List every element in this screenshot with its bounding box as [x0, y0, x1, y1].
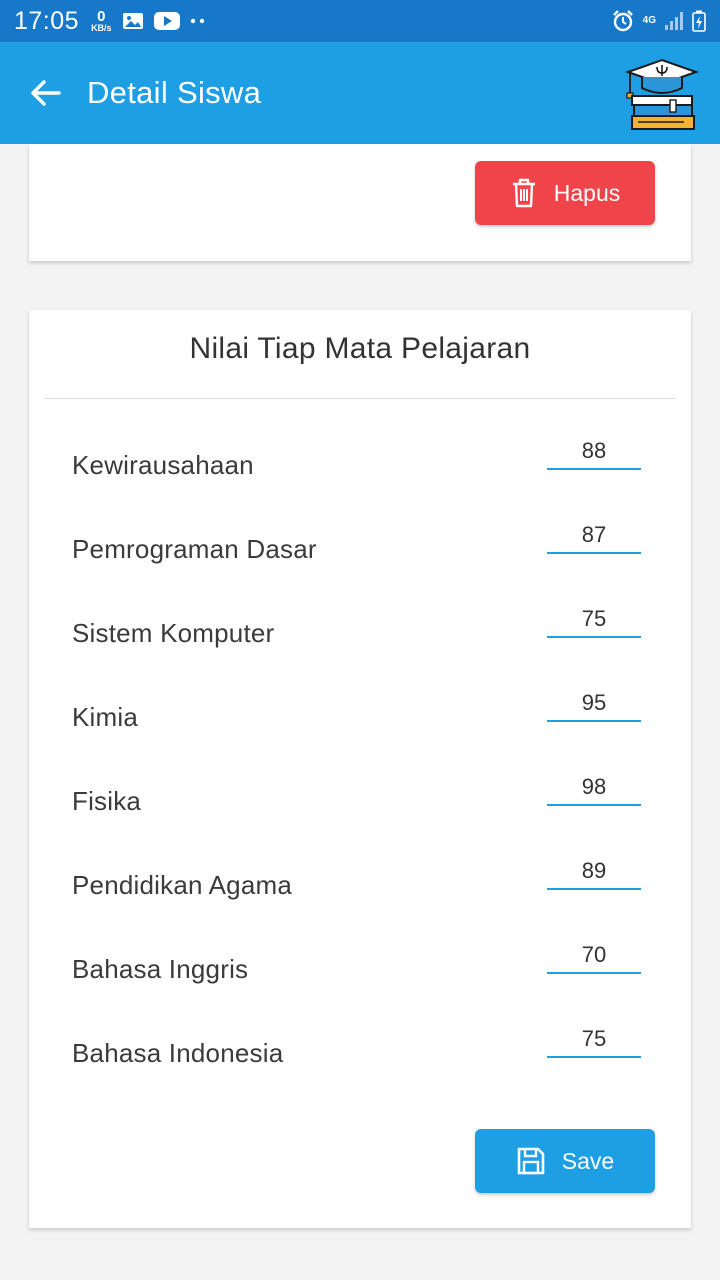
- subject-label: Pemrograman Dasar: [72, 534, 317, 564]
- grade-input[interactable]: [547, 680, 641, 722]
- back-button[interactable]: [0, 42, 90, 144]
- divider: [44, 398, 676, 399]
- grade-input[interactable]: [547, 848, 641, 890]
- network-speed: 0 KB/s: [91, 9, 112, 33]
- grade-row: Bahasa Inggris: [29, 932, 691, 1016]
- grade-input[interactable]: [547, 428, 641, 470]
- save-button-label: Save: [561, 1147, 615, 1174]
- grade-input[interactable]: [547, 932, 641, 974]
- subject-label: Bahasa Indonesia: [72, 1038, 284, 1068]
- battery-charging-icon: [692, 10, 706, 32]
- page-title: Detail Siswa: [87, 75, 262, 110]
- grade-row: Pemrograman Dasar: [29, 512, 691, 596]
- status-time: 17:05: [14, 6, 80, 35]
- save-icon: [517, 1147, 545, 1175]
- network-speed-value: 0: [97, 8, 106, 25]
- grade-row: Bahasa Indonesia: [29, 1016, 691, 1100]
- grade-row: Kewirausahaan: [29, 428, 691, 512]
- trash-icon: [512, 178, 535, 208]
- app-bar: Detail Siswa: [0, 42, 720, 144]
- status-bar: 17:05 0 KB/s 4G: [0, 0, 720, 42]
- grade-input[interactable]: [547, 596, 641, 638]
- subject-label: Bahasa Inggris: [72, 954, 249, 984]
- subject-label: Fisika: [72, 786, 142, 816]
- arrow-back-icon: [31, 80, 61, 106]
- more-notifications-icon: [190, 18, 204, 24]
- subject-label: Sistem Komputer: [72, 618, 275, 648]
- grade-row: Kimia: [29, 680, 691, 764]
- grades-section-title: Nilai Tiap Mata Pelajaran: [189, 332, 531, 365]
- grade-input[interactable]: [547, 512, 641, 554]
- grade-row: Fisika: [29, 764, 691, 848]
- grade-input[interactable]: [547, 764, 641, 806]
- graduation-books-logo-icon: [624, 58, 700, 130]
- subject-label: Kimia: [72, 702, 139, 732]
- save-button[interactable]: Save: [475, 1129, 655, 1193]
- alarm-icon: [612, 10, 633, 32]
- network-speed-unit: KB/s: [91, 23, 112, 33]
- subject-label: Pendidikan Agama: [72, 870, 293, 900]
- youtube-icon: [153, 12, 180, 30]
- student-actions-card: Hapus: [29, 144, 691, 261]
- grade-row: Pendidikan Agama: [29, 848, 691, 932]
- network-type: 4G: [642, 15, 656, 26]
- image-icon: [122, 13, 143, 29]
- grade-input[interactable]: [547, 1016, 641, 1058]
- signal-icon: [665, 12, 683, 30]
- subject-label: Kewirausahaan: [72, 450, 254, 480]
- grades-card: Nilai Tiap Mata Pelajaran Kewirausahaan …: [29, 310, 691, 1228]
- delete-button-label: Hapus: [553, 179, 621, 206]
- delete-button[interactable]: Hapus: [475, 161, 655, 225]
- grade-row: Sistem Komputer: [29, 596, 691, 680]
